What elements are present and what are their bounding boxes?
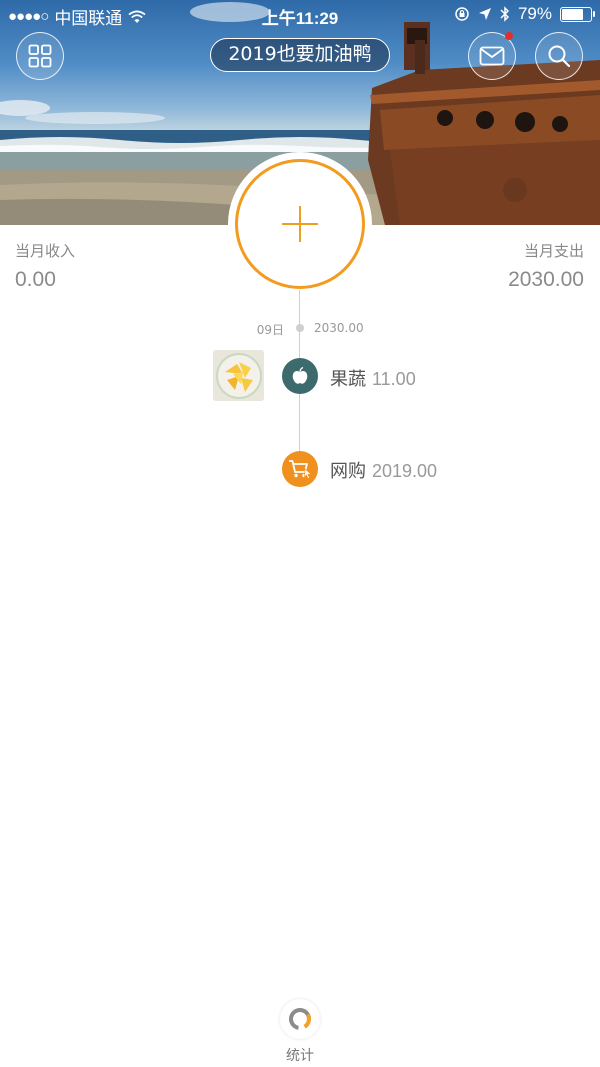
monthly-expense-label: 当月支出 <box>523 242 584 260</box>
shopping-cart-icon <box>289 460 312 479</box>
menu-button[interactable] <box>16 32 64 80</box>
statistics-button[interactable] <box>280 999 320 1039</box>
timeline-day-label: 09日 <box>256 323 284 337</box>
donut-chart-icon <box>289 1008 311 1030</box>
notification-dot <box>505 32 513 40</box>
timeline-day-dot <box>296 324 304 332</box>
location-arrow-icon <box>478 8 491 20</box>
battery-percent: 79% <box>517 4 552 23</box>
record-item-fruit[interactable]: 果蔬 11.00 <box>330 365 416 391</box>
search-button[interactable] <box>535 32 583 80</box>
record-category: 网购 <box>330 461 366 482</box>
record-amount: 11.00 <box>372 369 416 389</box>
record-item-shopping[interactable]: 网购 2019.00 <box>330 457 437 483</box>
grid-icon <box>28 44 52 68</box>
record-category: 果蔬 <box>330 369 366 390</box>
mail-icon <box>479 46 505 66</box>
statistics-label: 统计 <box>286 1048 314 1064</box>
monthly-expense-value: 2030.00 <box>508 268 584 291</box>
orientation-lock-icon <box>455 7 469 21</box>
record-amount: 2019.00 <box>372 461 438 481</box>
monthly-income-label: 当月收入 <box>15 242 76 260</box>
category-fruit-icon-button[interactable] <box>282 358 318 394</box>
status-bar: ●●●●○ 中国联通 上午11:29 79% <box>0 0 600 30</box>
timeline-day-total: 2030.00 <box>314 321 364 335</box>
monthly-income-value: 0.00 <box>15 268 56 291</box>
messages-button[interactable] <box>468 32 516 80</box>
add-record-button-wrapper <box>228 152 372 296</box>
add-record-button[interactable] <box>235 159 365 289</box>
account-book-title[interactable]: 2019也要加油鸭 <box>210 38 390 72</box>
apple-icon <box>292 366 308 384</box>
battery-icon <box>560 6 595 22</box>
bluetooth-icon <box>500 6 510 22</box>
record-photo-thumbnail[interactable] <box>213 350 264 401</box>
search-icon <box>548 45 571 68</box>
fruit-photo <box>213 350 264 401</box>
category-shopping-icon-button[interactable] <box>282 451 318 487</box>
